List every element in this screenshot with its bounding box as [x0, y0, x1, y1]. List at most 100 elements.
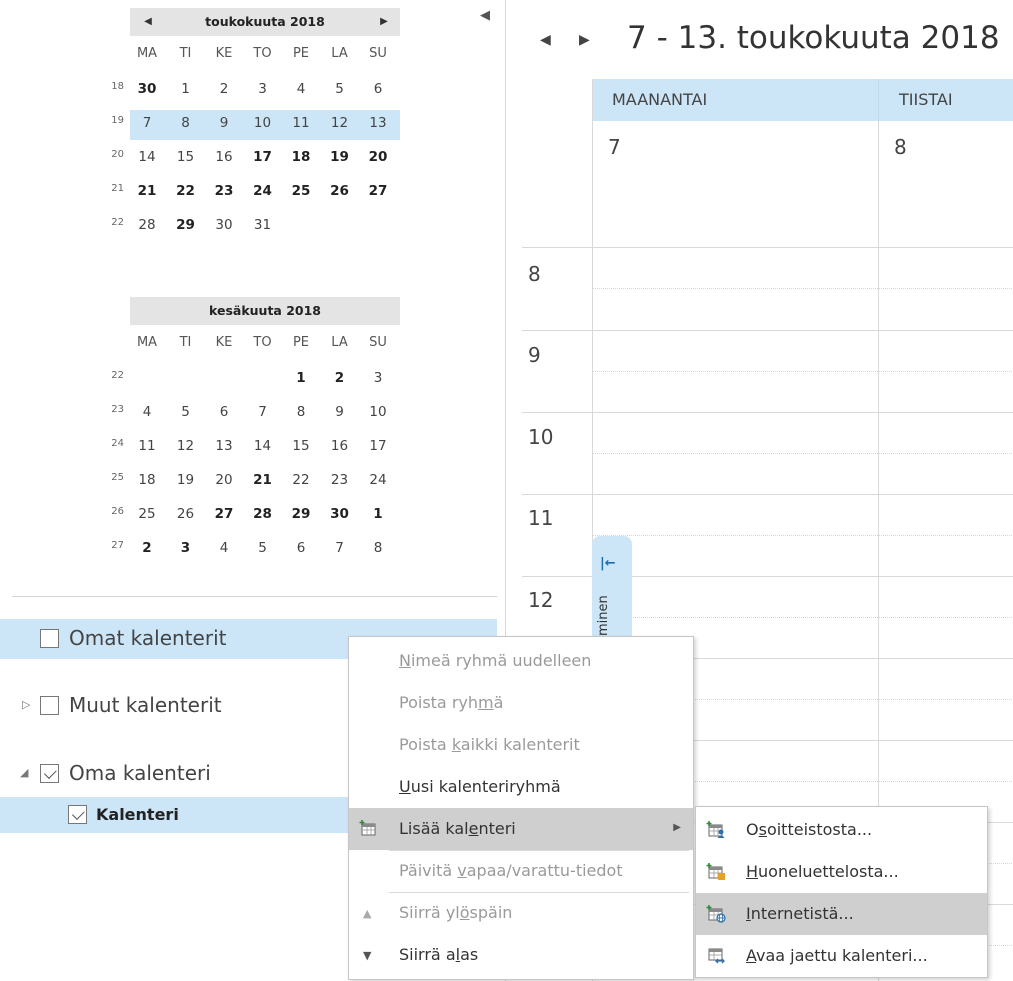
- week-row[interactable]: 20 14 15 16 17 18 19 20: [106, 140, 400, 174]
- day-cell[interactable]: 23: [323, 472, 357, 488]
- day-cell[interactable]: 21: [246, 472, 280, 488]
- day-cell[interactable]: 11: [284, 115, 318, 131]
- day-cell[interactable]: 5: [246, 540, 280, 556]
- week-number[interactable]: 25: [106, 472, 124, 483]
- day-cell[interactable]: 2: [323, 370, 357, 386]
- day-cell[interactable]: 1: [361, 506, 395, 522]
- day-cell[interactable]: 12: [169, 438, 203, 454]
- day-cell[interactable]: 7: [246, 404, 280, 420]
- collapse-chevron-icon[interactable]: ◢: [20, 766, 28, 779]
- day-cell[interactable]: 11: [130, 438, 164, 454]
- day-cell[interactable]: 8: [169, 115, 203, 131]
- collapse-pane-icon[interactable]: ◀: [480, 8, 490, 23]
- day-cell[interactable]: 20: [207, 472, 241, 488]
- day-cell[interactable]: 6: [284, 540, 318, 556]
- week-row[interactable]: 25 18 19 20 21 22 23 24: [106, 463, 400, 497]
- previous-week-icon[interactable]: ◀: [540, 32, 551, 48]
- week-number[interactable]: 27: [106, 540, 124, 551]
- day-cell[interactable]: 6: [207, 404, 241, 420]
- day-cell[interactable]: 30: [323, 506, 357, 522]
- week-row[interactable]: 24 11 12 13 14 15 16 17: [106, 429, 400, 463]
- day-cell[interactable]: 3: [361, 370, 395, 386]
- day-cell[interactable]: 16: [207, 149, 241, 165]
- day-cell[interactable]: 3: [169, 540, 203, 556]
- day-cell[interactable]: 4: [284, 81, 318, 97]
- day-cell[interactable]: 17: [361, 438, 395, 454]
- day-cell[interactable]: 4: [207, 540, 241, 556]
- day-cell[interactable]: 10: [361, 404, 395, 420]
- next-month-icon[interactable]: ▶: [372, 8, 396, 36]
- day-cell[interactable]: 1: [284, 370, 318, 386]
- day-cell[interactable]: 24: [246, 183, 280, 199]
- day-cell[interactable]: 17: [246, 149, 280, 165]
- week-row[interactable]: 18 30 1 2 3 4 5 6: [106, 72, 400, 106]
- day-cell[interactable]: 15: [169, 149, 203, 165]
- day-cell[interactable]: 2: [130, 540, 164, 556]
- day-cell[interactable]: 18: [130, 472, 164, 488]
- week-number[interactable]: 21: [106, 183, 124, 194]
- pin-icon[interactable]: |←: [600, 556, 616, 571]
- week-number[interactable]: 24: [106, 438, 124, 449]
- day-cell[interactable]: 28: [130, 217, 164, 233]
- day-cell[interactable]: 25: [130, 506, 164, 522]
- day-cell[interactable]: 8: [361, 540, 395, 556]
- day-cell[interactable]: 9: [323, 404, 357, 420]
- oma-kalenteri-checkbox[interactable]: [40, 764, 59, 783]
- day-cell[interactable]: 4: [130, 404, 164, 420]
- day-cell[interactable]: 26: [323, 183, 357, 199]
- day-cell[interactable]: 10: [246, 115, 280, 131]
- day-cell[interactable]: 5: [323, 81, 357, 97]
- day-cell[interactable]: 14: [246, 438, 280, 454]
- day-cell[interactable]: 26: [169, 506, 203, 522]
- day-cell[interactable]: 27: [361, 183, 395, 199]
- day-cell[interactable]: 12: [323, 115, 357, 131]
- day-cell[interactable]: 27: [207, 506, 241, 522]
- day-header-tuesday[interactable]: TIISTAI: [878, 79, 1013, 121]
- submenu-item-from-address-book[interactable]: Osoitteistosta...: [696, 809, 987, 851]
- day-cell[interactable]: 7: [130, 115, 164, 131]
- day-cell[interactable]: 24: [361, 472, 395, 488]
- week-number[interactable]: 26: [106, 506, 124, 517]
- previous-month-icon[interactable]: ◀: [136, 8, 160, 36]
- day-cell[interactable]: 8: [284, 404, 318, 420]
- day-cell[interactable]: 21: [130, 183, 164, 199]
- day-cell[interactable]: 22: [169, 183, 203, 199]
- muut-kalenterit-checkbox[interactable]: [40, 696, 59, 715]
- week-number[interactable]: 22: [106, 370, 124, 381]
- submenu-item-open-shared-calendar[interactable]: Avaa jaettu kalenteri...: [696, 935, 987, 977]
- omat-kalenterit-checkbox[interactable]: [40, 629, 59, 648]
- menu-item-move-up[interactable]: ▲ Siirrä ylöspäin: [349, 892, 693, 934]
- day-cell[interactable]: 13: [207, 438, 241, 454]
- day-header-monday[interactable]: MAANANTAI: [592, 79, 878, 121]
- day-cell[interactable]: 3: [246, 81, 280, 97]
- day-number-tuesday[interactable]: 8: [894, 135, 907, 159]
- day-cell[interactable]: 25: [284, 183, 318, 199]
- day-cell[interactable]: 29: [169, 217, 203, 233]
- day-cell[interactable]: 5: [169, 404, 203, 420]
- next-week-icon[interactable]: ▶: [579, 32, 590, 48]
- expand-chevron-icon[interactable]: ▷: [22, 698, 30, 711]
- day-cell[interactable]: 7: [323, 540, 357, 556]
- day-cell[interactable]: 22: [284, 472, 318, 488]
- week-number[interactable]: 23: [106, 404, 124, 415]
- week-number[interactable]: 20: [106, 149, 124, 160]
- day-cell[interactable]: 18: [284, 149, 318, 165]
- week-number[interactable]: 19: [106, 115, 124, 126]
- menu-item-update-free-busy[interactable]: Päivitä vapaa/varattu-tiedot: [349, 850, 693, 892]
- week-row[interactable]: 23 4 5 6 7 8 9 10: [106, 395, 400, 429]
- submenu-item-from-internet[interactable]: Internetistä...: [696, 893, 987, 935]
- week-row[interactable]: 21 21 22 23 24 25 26 27: [106, 174, 400, 208]
- day-cell[interactable]: 6: [361, 81, 395, 97]
- day-cell[interactable]: 28: [246, 506, 280, 522]
- day-cell[interactable]: 15: [284, 438, 318, 454]
- week-row[interactable]: 26 25 26 27 28 29 30 1: [106, 497, 400, 531]
- day-cell[interactable]: 23: [207, 183, 241, 199]
- week-row[interactable]: 19 7 8 9 10 11 12 13: [106, 106, 400, 140]
- day-cell[interactable]: 20: [361, 149, 395, 165]
- menu-item-new-calendar-group[interactable]: Uusi kalenteriryhmä: [349, 766, 693, 808]
- day-cell[interactable]: 29: [284, 506, 318, 522]
- week-row[interactable]: 27 2 3 4 5 6 7 8: [106, 531, 400, 565]
- day-cell[interactable]: 2: [207, 81, 241, 97]
- menu-item-rename-group[interactable]: Nimeä ryhmä uudelleen: [349, 640, 693, 682]
- menu-item-add-calendar[interactable]: ▶ Lisää kalenteri: [349, 808, 693, 850]
